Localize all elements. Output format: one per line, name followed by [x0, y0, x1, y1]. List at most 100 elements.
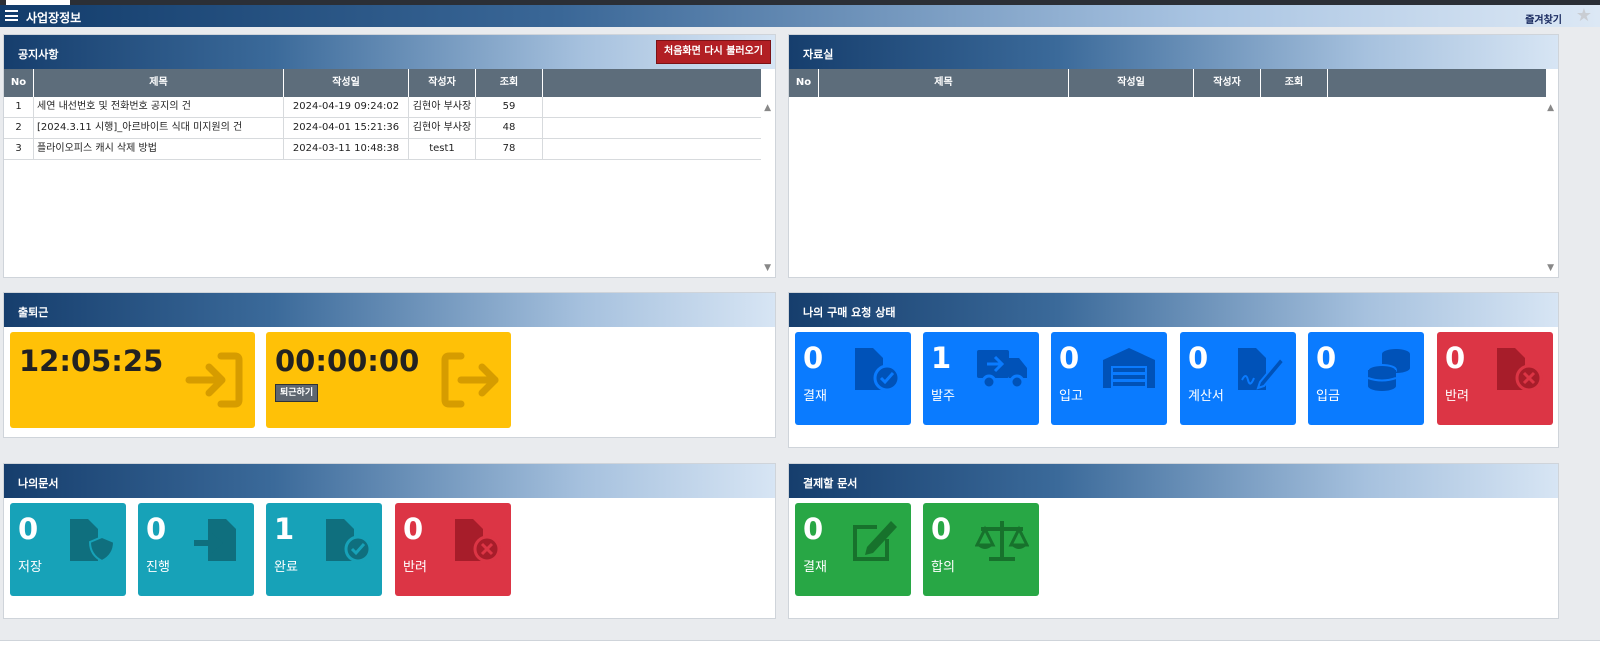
notice-grid-header: No 제목 작성일 작성자 조회 [4, 69, 761, 97]
column-header-filler [1328, 69, 1546, 97]
archive-panel-header: 자료실 [789, 35, 1558, 69]
clock-out-tile[interactable]: 00:00:00 퇴근하기 [266, 332, 511, 428]
file-reject-icon [1497, 348, 1543, 392]
tile-count: 0 [146, 512, 167, 546]
table-row[interactable]: 1 세연 내선번호 및 전화번호 공지의 건 2024-04-19 09:24:… [4, 97, 761, 118]
cell-views: 78 [476, 139, 543, 159]
archive-grid: No 제목 작성일 작성자 조회 ▲ ▼ [789, 69, 1558, 277]
approval-documents-panel: 결제할 문서 0 결재 0 합의 [788, 463, 1559, 619]
reload-home-button[interactable]: 처음화면 다시 불러오기 [656, 40, 771, 64]
purchase-status-panel-title: 나의 구매 요청 상태 [803, 306, 896, 319]
cell-author: 김현아 부사장 [409, 118, 476, 138]
tile-label: 입고 [1059, 389, 1083, 404]
edit-icon [853, 521, 897, 561]
cell-date: 2024-04-19 09:24:02 [284, 97, 409, 117]
column-header-views[interactable]: 조회 [1261, 69, 1328, 97]
column-header-author[interactable]: 작성자 [1194, 69, 1261, 97]
cell-date: 2024-03-11 10:48:38 [284, 139, 409, 159]
my-doc-tile-completed[interactable]: 1 완료 [266, 503, 382, 596]
tile-count: 0 [931, 512, 952, 546]
purchase-tile-receiving[interactable]: 0 입고 [1051, 332, 1167, 425]
tile-label: 결재 [803, 389, 827, 404]
purchase-tile-deposit[interactable]: 0 입금 [1308, 332, 1424, 425]
clock-out-button[interactable]: 퇴근하기 [275, 384, 319, 402]
cell-views: 59 [476, 97, 543, 117]
tile-count: 0 [18, 512, 39, 546]
bottom-panel-edge [0, 640, 1600, 657]
column-header-subject[interactable]: 제목 [819, 69, 1069, 97]
tile-count: 0 [1316, 341, 1337, 375]
tile-label: 저장 [18, 560, 42, 575]
attendance-panel-title: 출퇴근 [18, 306, 49, 319]
tile-label: 반려 [403, 560, 427, 575]
tile-count: 1 [274, 512, 295, 546]
approval-tile-approve[interactable]: 0 결재 [795, 503, 911, 596]
column-header-author[interactable]: 작성자 [409, 69, 476, 97]
purchase-tile-approval[interactable]: 0 결재 [795, 332, 911, 425]
scroll-down-arrow-icon[interactable]: ▼ [1547, 263, 1554, 273]
tile-label: 합의 [931, 560, 955, 575]
my-doc-tile-saved[interactable]: 0 저장 [10, 503, 126, 596]
tile-label: 진행 [146, 560, 170, 575]
cell-subject[interactable]: [2024.3.11 시행]_아르바이트 식대 미지원의 건 [34, 118, 284, 138]
purchase-tile-invoice[interactable]: 0 계산서 [1180, 332, 1296, 425]
cell-no: 3 [4, 139, 34, 159]
balance-scale-icon [975, 521, 1029, 561]
hamburger-menu-icon[interactable] [5, 10, 18, 21]
cell-subject[interactable]: 플라이오피스 캐시 삭제 방법 [34, 139, 284, 159]
attendance-panel-header: 출퇴근 [4, 293, 775, 327]
clock-in-time: 12:05:25 [19, 344, 164, 378]
my-doc-tile-rejected[interactable]: 0 반려 [395, 503, 511, 596]
file-check-icon [855, 348, 901, 392]
table-row[interactable]: 2 [2024.3.11 시행]_아르바이트 식대 미지원의 건 2024-04… [4, 118, 761, 139]
cell-date: 2024-04-01 15:21:36 [284, 118, 409, 138]
approval-tile-consent[interactable]: 0 합의 [923, 503, 1039, 596]
scroll-up-arrow-icon[interactable]: ▲ [1547, 103, 1554, 113]
clock-in-tile[interactable]: 12:05:25 [10, 332, 255, 428]
column-header-no[interactable]: No [4, 69, 34, 97]
column-header-views[interactable]: 조회 [476, 69, 543, 97]
tile-label: 입금 [1316, 389, 1340, 404]
notice-panel: 공지사항 처음화면 다시 불러오기 No 제목 작성일 작성자 조회 1 세연 … [3, 34, 776, 278]
tile-count: 0 [1059, 341, 1080, 375]
tile-count: 0 [1445, 341, 1466, 375]
cell-subject[interactable]: 세연 내선번호 및 전화번호 공지의 건 [34, 97, 284, 117]
column-header-date[interactable]: 작성일 [284, 69, 409, 97]
tile-count: 0 [803, 341, 824, 375]
tile-count: 0 [803, 512, 824, 546]
purchase-tile-order[interactable]: 1 발주 [923, 332, 1039, 425]
notice-panel-title: 공지사항 [18, 48, 59, 61]
page-titlebar: 사업장정보 즐겨찾기 ★ [0, 5, 1600, 27]
approval-documents-panel-title: 결제할 문서 [803, 477, 858, 490]
file-check-icon [326, 519, 372, 563]
clock-out-time: 00:00:00 [275, 344, 420, 378]
tile-label: 반려 [1445, 389, 1469, 404]
truck-icon [977, 350, 1027, 390]
archive-grid-header: No 제목 작성일 작성자 조회 [789, 69, 1546, 97]
approval-documents-panel-header: 결제할 문서 [789, 464, 1558, 498]
notice-grid: No 제목 작성일 작성자 조회 1 세연 내선번호 및 전화번호 공지의 건 … [4, 69, 775, 277]
sign-out-icon [441, 352, 499, 408]
purchase-status-panel: 나의 구매 요청 상태 0 결재 1 발주 0 입고 0 계산서 0 입금 0 … [788, 292, 1559, 448]
scroll-up-arrow-icon[interactable]: ▲ [764, 103, 771, 113]
my-doc-tile-in-progress[interactable]: 0 진행 [138, 503, 254, 596]
star-icon[interactable]: ★ [1576, 6, 1592, 26]
my-documents-panel: 나의문서 0 저장 0 진행 1 완료 0 반려 [3, 463, 776, 619]
sign-in-icon [185, 352, 243, 408]
cell-no: 2 [4, 118, 34, 138]
column-header-date[interactable]: 작성일 [1069, 69, 1194, 97]
column-header-subject[interactable]: 제목 [34, 69, 284, 97]
tile-count: 1 [931, 341, 952, 375]
cell-author: 김현아 부사장 [409, 97, 476, 117]
my-documents-panel-title: 나의문서 [18, 477, 59, 490]
notice-panel-header: 공지사항 처음화면 다시 불러오기 [4, 35, 775, 69]
page-title: 사업장정보 [26, 11, 82, 25]
purchase-tile-rejected[interactable]: 0 반려 [1437, 332, 1553, 425]
tile-count: 0 [1188, 341, 1209, 375]
column-header-no[interactable]: No [789, 69, 819, 97]
archive-panel-title: 자료실 [803, 48, 834, 61]
table-row[interactable]: 3 플라이오피스 캐시 삭제 방법 2024-03-11 10:48:38 te… [4, 139, 761, 160]
favorites-link[interactable]: 즐겨찾기 [1525, 11, 1562, 26]
scroll-down-arrow-icon[interactable]: ▼ [764, 263, 771, 273]
warehouse-icon [1103, 348, 1155, 388]
